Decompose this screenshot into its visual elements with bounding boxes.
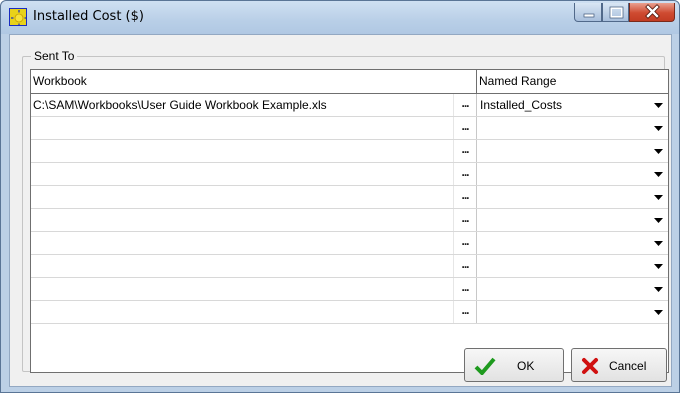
- browse-button[interactable]: ...: [453, 209, 477, 231]
- named-range-dropdown[interactable]: [648, 232, 668, 254]
- workbook-cell[interactable]: [31, 163, 453, 185]
- table-row: ...: [31, 278, 668, 301]
- chevron-down-icon: [654, 103, 663, 108]
- browse-button[interactable]: ...: [453, 278, 477, 300]
- chevron-down-icon: [654, 287, 663, 292]
- named-range-cell[interactable]: [478, 186, 648, 208]
- named-range-cell[interactable]: [478, 278, 648, 300]
- named-range-dropdown[interactable]: [648, 140, 668, 162]
- column-header-named-range[interactable]: Named Range: [477, 70, 668, 93]
- workbook-cell[interactable]: [31, 186, 453, 208]
- browse-button[interactable]: ...: [453, 186, 477, 208]
- close-icon: [645, 4, 660, 19]
- named-range-dropdown[interactable]: [648, 209, 668, 231]
- checkmark-icon: [474, 357, 496, 378]
- named-range-dropdown[interactable]: [648, 278, 668, 300]
- chevron-down-icon: [654, 218, 663, 223]
- minimize-icon: [583, 13, 595, 18]
- named-range-cell[interactable]: [478, 255, 648, 277]
- workbook-cell[interactable]: [31, 209, 453, 231]
- dialog-body: Sent To Workbook Named Range C:\SAM\Work…: [9, 34, 672, 387]
- close-button[interactable]: [629, 3, 675, 22]
- table-row: ...: [31, 186, 668, 209]
- column-header-workbook[interactable]: Workbook: [31, 70, 477, 93]
- named-range-dropdown[interactable]: [648, 94, 668, 116]
- browse-button[interactable]: ...: [453, 140, 477, 162]
- workbook-cell[interactable]: [31, 117, 453, 139]
- group-label: Sent To: [31, 49, 78, 63]
- named-range-cell[interactable]: [478, 301, 648, 323]
- table-row: ...: [31, 209, 668, 232]
- maximize-icon: [609, 6, 624, 19]
- named-range-dropdown[interactable]: [648, 117, 668, 139]
- table-row: ...: [31, 117, 668, 140]
- browse-button[interactable]: ...: [453, 163, 477, 185]
- red-x-icon: [581, 357, 599, 378]
- named-range-dropdown[interactable]: [648, 186, 668, 208]
- named-range-cell[interactable]: [478, 209, 648, 231]
- cancel-label: Cancel: [609, 359, 647, 373]
- table-row: ...: [31, 301, 668, 324]
- chevron-down-icon: [654, 241, 663, 246]
- title-bar[interactable]: Installed Cost ($): [1, 1, 679, 34]
- window-title: Installed Cost ($): [33, 9, 144, 24]
- workbook-cell[interactable]: [31, 140, 453, 162]
- chevron-down-icon: [654, 264, 663, 269]
- cancel-button[interactable]: Cancel: [571, 348, 667, 382]
- table-row: ...: [31, 255, 668, 278]
- table-row: C:\SAM\Workbooks\User Guide Workbook Exa…: [31, 94, 668, 117]
- named-range-cell[interactable]: [478, 163, 648, 185]
- ok-label: OK: [517, 359, 535, 373]
- named-range-cell[interactable]: [478, 140, 648, 162]
- browse-button[interactable]: ...: [453, 94, 477, 116]
- browse-button[interactable]: ...: [453, 117, 477, 139]
- chevron-down-icon: [654, 172, 663, 177]
- table-row: ...: [31, 140, 668, 163]
- chevron-down-icon: [654, 310, 663, 315]
- workbook-grid: Workbook Named Range C:\SAM\Workbooks\Us…: [30, 69, 669, 373]
- workbook-cell[interactable]: C:\SAM\Workbooks\User Guide Workbook Exa…: [31, 94, 453, 116]
- dialog-window: Installed Cost ($) Sent To Workbook Name…: [0, 0, 680, 393]
- workbook-cell[interactable]: [31, 278, 453, 300]
- named-range-cell[interactable]: Installed_Costs: [478, 94, 648, 116]
- browse-button[interactable]: ...: [453, 255, 477, 277]
- workbook-cell[interactable]: [31, 301, 453, 323]
- chevron-down-icon: [654, 195, 663, 200]
- named-range-dropdown[interactable]: [648, 163, 668, 185]
- grid-header: Workbook Named Range: [31, 70, 668, 94]
- named-range-cell[interactable]: [478, 117, 648, 139]
- table-row: ...: [31, 163, 668, 186]
- chevron-down-icon: [654, 126, 663, 131]
- chevron-down-icon: [654, 149, 663, 154]
- workbook-cell[interactable]: [31, 255, 453, 277]
- browse-button[interactable]: ...: [453, 232, 477, 254]
- workbook-cell[interactable]: [31, 232, 453, 254]
- named-range-dropdown[interactable]: [648, 301, 668, 323]
- browse-button[interactable]: ...: [453, 301, 477, 323]
- ok-button[interactable]: OK: [464, 348, 564, 382]
- minimize-button[interactable]: [574, 3, 602, 22]
- sun-icon: [9, 8, 27, 26]
- named-range-dropdown[interactable]: [648, 255, 668, 277]
- named-range-cell[interactable]: [478, 232, 648, 254]
- maximize-button[interactable]: [602, 3, 629, 22]
- table-row: ...: [31, 232, 668, 255]
